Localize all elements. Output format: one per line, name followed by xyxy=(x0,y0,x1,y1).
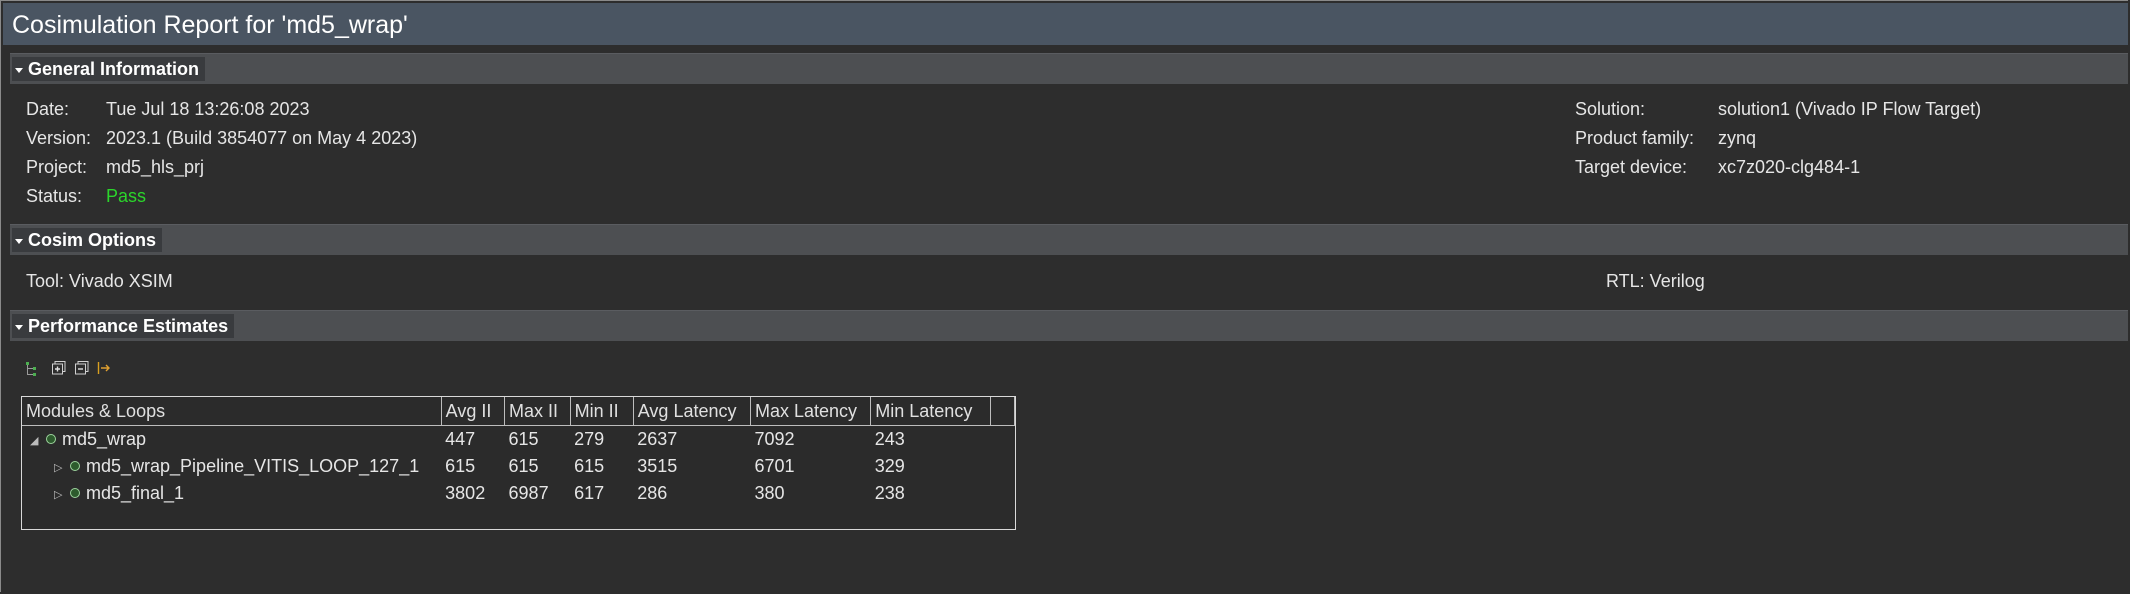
tree-collapse-icon[interactable]: ◢ xyxy=(30,434,40,447)
column-header-modules[interactable]: Modules & Loops xyxy=(22,397,442,426)
export-icon[interactable] xyxy=(97,361,111,375)
version-value: 2023.1 (Build 3854077 on May 4 2023) xyxy=(106,128,418,148)
hierarchy-icon[interactable] xyxy=(25,361,39,376)
version-label: Version: xyxy=(26,128,92,148)
tree-expand-icon[interactable]: ▷ xyxy=(54,488,64,501)
min-latency-cell: 329 xyxy=(874,456,905,476)
min-latency-cell: 238 xyxy=(874,483,905,503)
cosim-rtl: RTL: Verilog xyxy=(1606,271,1705,291)
general-info-section-header[interactable]: General Information xyxy=(10,53,2128,84)
avg-ii-cell: 3802 xyxy=(445,483,486,503)
min-latency-cell: 243 xyxy=(874,429,905,449)
expand-all-icon[interactable] xyxy=(52,361,66,375)
section-title-performance: Performance Estimates xyxy=(28,315,229,336)
module-cell[interactable]: ◢ md5_wrap xyxy=(22,426,441,454)
max-latency-cell: 380 xyxy=(754,483,785,503)
performance-table: Modules & Loops Avg II Max II Min II Avg… xyxy=(21,396,1016,530)
module-name: md5_final_1 xyxy=(86,483,185,503)
module-icon xyxy=(46,434,56,445)
general-info-header[interactable]: General Information xyxy=(12,57,206,81)
date-value: Tue Jul 18 13:26:08 2023 xyxy=(106,99,310,119)
column-header-max-latency[interactable]: Max Latency xyxy=(750,397,872,426)
status-value: Pass xyxy=(106,186,147,206)
product-family-value: zynq xyxy=(1718,128,1757,148)
max-latency-cell: 7092 xyxy=(754,429,795,449)
module-name: md5_wrap_Pipeline_VITIS_LOOP_127_1 xyxy=(86,456,420,476)
cosim-options-header[interactable]: Cosim Options xyxy=(12,228,163,252)
column-header-max-ii[interactable]: Max II xyxy=(504,397,571,426)
column-header-avg-ii[interactable]: Avg II xyxy=(441,397,506,426)
column-header-min-ii[interactable]: Min II xyxy=(570,397,634,426)
max-ii-cell: 615 xyxy=(508,429,539,449)
min-ii-cell: 279 xyxy=(574,429,605,449)
table-header-row: Modules & Loops Avg II Max II Min II Avg… xyxy=(22,397,1016,426)
max-ii-cell: 615 xyxy=(508,456,539,476)
avg-ii-cell: 615 xyxy=(445,456,476,476)
table-row[interactable]: ▷ md5_wrap_Pipeline_VITIS_LOOP_127_1 615 … xyxy=(22,453,1015,480)
cosim-tool: Tool: Vivado XSIM xyxy=(26,271,173,291)
collapse-all-icon[interactable] xyxy=(75,361,89,375)
project-value: md5_hls_prj xyxy=(106,157,205,177)
section-title-general: General Information xyxy=(28,58,200,79)
target-device-value: xc7z020-clg484-1 xyxy=(1718,157,1861,177)
solution-label: Solution: xyxy=(1575,99,1646,119)
target-device-label: Target device: xyxy=(1575,157,1688,177)
table-row[interactable]: ▷ md5_final_1 3802 6987 617 286 380 238 xyxy=(22,480,1015,507)
loop-icon xyxy=(70,461,80,472)
module-cell[interactable]: ▷ md5_wrap_Pipeline_VITIS_LOOP_127_1 xyxy=(22,453,441,480)
avg-latency-cell: 286 xyxy=(637,483,668,503)
table-row[interactable]: ◢ md5_wrap 447 615 279 2637 7092 243 xyxy=(22,426,1015,454)
min-ii-cell: 617 xyxy=(574,483,605,503)
cosim-options-section-header[interactable]: Cosim Options xyxy=(10,224,2128,255)
collapse-icon[interactable] xyxy=(15,324,23,330)
column-header-min-latency[interactable]: Min Latency xyxy=(870,397,991,426)
section-title-cosim: Cosim Options xyxy=(28,229,157,250)
avg-latency-cell: 3515 xyxy=(637,456,678,476)
module-icon xyxy=(70,488,80,499)
max-ii-cell: 6987 xyxy=(508,483,549,503)
module-cell[interactable]: ▷ md5_final_1 xyxy=(22,480,441,507)
tree-expand-icon[interactable]: ▷ xyxy=(54,461,64,474)
report-window: Cosimulation Report for 'md5_wrap' Gener… xyxy=(0,0,2128,592)
project-label: Project: xyxy=(26,157,88,177)
avg-ii-cell: 447 xyxy=(445,429,476,449)
status-label: Status: xyxy=(26,186,83,206)
performance-header[interactable]: Performance Estimates xyxy=(12,314,235,338)
collapse-icon[interactable] xyxy=(15,67,23,73)
max-latency-cell: 6701 xyxy=(754,456,795,476)
min-ii-cell: 615 xyxy=(574,456,605,476)
module-name: md5_wrap xyxy=(62,429,147,449)
title-bar: Cosimulation Report for 'md5_wrap' xyxy=(3,3,2128,45)
report-title: Cosimulation Report for 'md5_wrap' xyxy=(12,11,408,39)
column-header-avg-latency[interactable]: Avg Latency xyxy=(633,397,751,426)
product-family-label: Product family: xyxy=(1575,128,1695,148)
performance-section-header[interactable]: Performance Estimates xyxy=(10,310,2128,341)
avg-latency-cell: 2637 xyxy=(637,429,678,449)
date-label: Date: xyxy=(26,99,70,119)
column-header-spacer xyxy=(990,397,1016,426)
collapse-icon[interactable] xyxy=(15,238,23,244)
solution-value: solution1 (Vivado IP Flow Target) xyxy=(1718,99,1982,119)
